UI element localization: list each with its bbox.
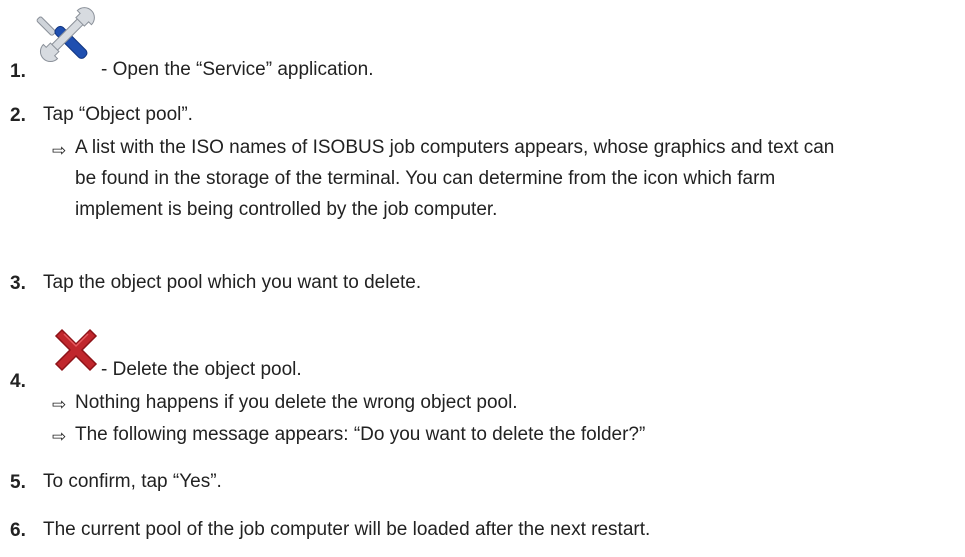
step-result: A list with the ISO names of ISOBUS job …: [75, 135, 834, 223]
step-number: 1.: [10, 61, 26, 82]
step-text: Tap “Object pool”.: [43, 104, 193, 125]
step-text: - Delete the object pool.: [101, 359, 302, 380]
step-number: 3.: [10, 273, 26, 294]
step-number: 5.: [10, 472, 26, 493]
wrench-screwdriver-icon: [36, 7, 95, 63]
result-arrow-icon: ⇨: [52, 427, 67, 447]
step-result: The following message appears: “Do you w…: [75, 424, 646, 445]
step-number: 2.: [10, 105, 26, 126]
result-arrow-icon: ⇨: [52, 395, 67, 415]
result-line: implement is being controlled by the job…: [75, 199, 498, 220]
result-line: A list with the ISO names of ISOBUS job …: [75, 137, 835, 158]
step-number: 4.: [10, 371, 26, 392]
result-arrow-icon: ⇨: [52, 141, 67, 161]
step-text: - Open the “Service” application.: [101, 59, 374, 80]
step-text: Tap the object pool which you want to de…: [43, 272, 422, 293]
step-number: 6.: [10, 520, 26, 541]
step-text: To confirm, tap “Yes”.: [43, 471, 222, 492]
result-line: be found in the storage of the terminal.…: [75, 168, 776, 189]
delete-x-icon: [54, 328, 98, 372]
step-result: Nothing happens if you delete the wrong …: [75, 392, 518, 413]
step-text: The current pool of the job computer wil…: [43, 519, 651, 540]
